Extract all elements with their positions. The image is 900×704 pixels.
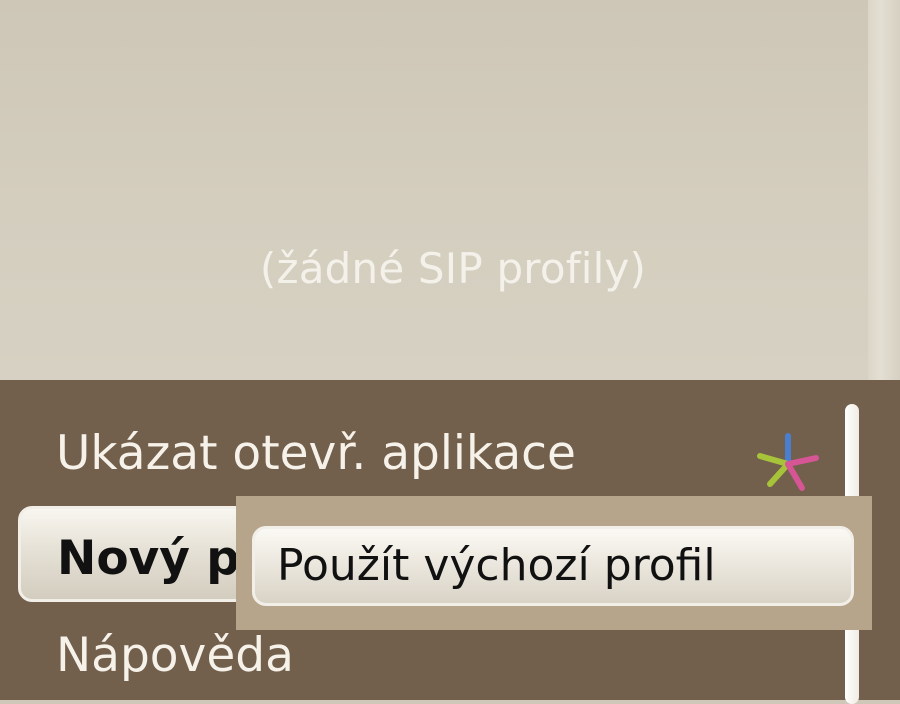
list-scroll-track xyxy=(868,0,900,380)
submenu-item-label: Použít výchozí profil xyxy=(277,540,716,591)
use-default-profile-button[interactable]: Použít výchozí profil xyxy=(252,526,854,606)
menu-item-label: Nápověda xyxy=(56,628,294,683)
menu-item-label: Nový p xyxy=(57,531,240,586)
menu-item-label: Ukázat otevř. aplikace xyxy=(56,426,576,481)
menu-item-help[interactable]: Nápověda xyxy=(56,628,294,683)
new-profile-submenu: Použít výchozí profil xyxy=(236,496,872,630)
sip-profiles-list xyxy=(0,0,900,380)
empty-list-message: (žádné SIP profily) xyxy=(259,244,647,293)
multitasking-star-icon xyxy=(757,433,819,491)
menu-item-show-open-apps[interactable]: Ukázat otevř. aplikace xyxy=(56,426,576,481)
